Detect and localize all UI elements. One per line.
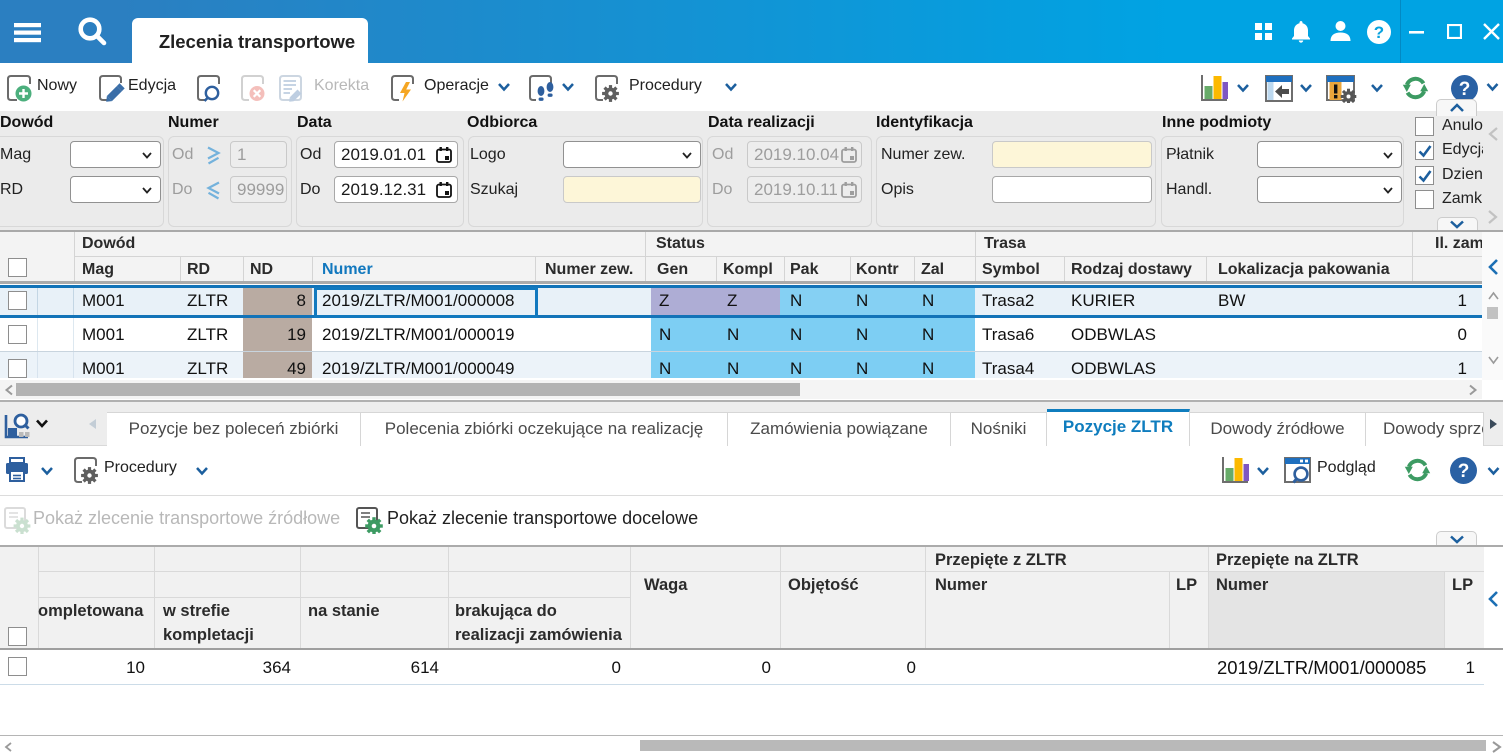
svg-text:?: ? [1374, 23, 1384, 42]
svg-text:?: ? [1458, 461, 1470, 482]
svg-text:?: ? [1459, 79, 1471, 100]
